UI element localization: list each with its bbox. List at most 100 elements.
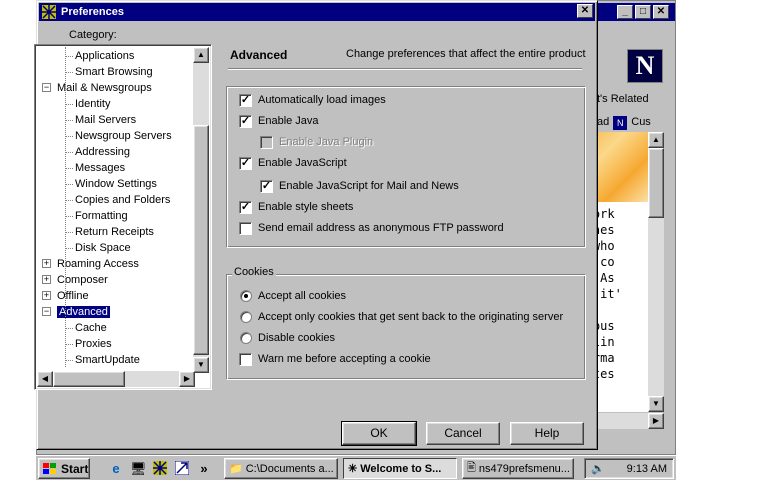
maximize-icon[interactable]: □ (635, 5, 651, 19)
start-label: Start (61, 461, 89, 476)
option-checkbox[interactable]: ✓ Automatically load images (239, 93, 386, 107)
background-vertical-scrollbar[interactable]: ▲ ▼ (648, 132, 664, 412)
cookie-radio[interactable]: Disable cookies (240, 331, 335, 345)
help-button[interactable]: Help (510, 422, 584, 445)
cookies-legend: Cookies (232, 266, 276, 278)
cookie-radio[interactable]: Accept only cookies that get sent back t… (240, 310, 563, 324)
tree-item[interactable]: Offline (57, 288, 89, 304)
radio-unselected-icon[interactable] (240, 332, 252, 344)
scroll-right-icon[interactable]: ▶ (648, 413, 664, 429)
scroll-thumb[interactable] (53, 371, 125, 387)
tree-connector (65, 216, 73, 217)
expand-icon[interactable]: + (42, 259, 51, 268)
option-checkbox[interactable]: ✓ Enable JavaScript for Mail and News (260, 179, 459, 193)
tree-item[interactable]: Identity (75, 96, 110, 112)
checkbox-unchecked-icon[interactable] (239, 352, 252, 366)
whats-related-button[interactable]: t's Related (597, 93, 649, 105)
tree-item-label: Window Settings (75, 178, 157, 190)
cookie-radio[interactable]: Accept all cookies (240, 289, 346, 303)
expand-icon[interactable]: + (42, 275, 51, 284)
tree-item-label: Newsgroup Servers (75, 130, 172, 142)
checkbox-checked-icon[interactable]: ✓ (239, 200, 252, 214)
cancel-button[interactable]: Cancel (426, 422, 500, 445)
option-checkbox[interactable]: ✓ Enable Java (239, 114, 319, 128)
scroll-up-icon[interactable]: ▲ (193, 47, 209, 63)
panel-separator (228, 68, 582, 70)
close-icon[interactable]: ✕ (577, 4, 593, 18)
tree-item[interactable]: Proxies (75, 336, 112, 352)
option-checkbox[interactable]: Send email address as anonymous FTP pass… (239, 221, 504, 235)
document-icon: 🖹 (467, 462, 476, 474)
option-checkbox[interactable]: ✓ Enable style sheets (239, 200, 353, 214)
tree-item[interactable]: Messages (75, 160, 125, 176)
tree-item[interactable]: Cache (75, 320, 107, 336)
tree-item[interactable]: Addressing (75, 144, 130, 160)
start-button[interactable]: Start (38, 458, 90, 479)
category-tree-items: Applications Smart Browsing − Mail & Newsgr… (37, 47, 195, 373)
tree-item[interactable]: Copies and Folders (75, 192, 170, 208)
tree-item[interactable]: Applications (75, 48, 134, 64)
netscape-icon[interactable] (152, 461, 168, 477)
taskbar: Start e 🖥 » 📁 C:\Documents a... ✳ Welcome t… (36, 455, 676, 480)
close-icon[interactable]: ✕ (653, 5, 669, 19)
checkbox-checked-icon[interactable]: ✓ (239, 114, 252, 128)
tree-item[interactable]: Smart Browsing (75, 64, 153, 80)
tree-item-label: Copies and Folders (75, 194, 171, 206)
scroll-right-icon[interactable]: ▶ (179, 371, 195, 387)
scroll-thumb[interactable] (193, 125, 209, 355)
tree-item[interactable]: Mail Servers (75, 112, 136, 128)
collapse-icon[interactable]: − (42, 83, 51, 92)
taskbar-task-button[interactable]: ✳ Welcome to S... (343, 458, 457, 479)
custom-link[interactable]: ad N Cus (597, 116, 651, 130)
warn-cookie-checkbox[interactable]: Warn me before accepting a cookie (239, 352, 431, 366)
tree-item[interactable]: Disk Space (75, 240, 131, 256)
tree-item[interactable]: Formatting (75, 208, 128, 224)
scroll-up-icon[interactable]: ▲ (648, 132, 664, 148)
dialog-titlebar[interactable]: Preferences (39, 3, 595, 21)
tree-item[interactable]: Roaming Access (57, 256, 139, 272)
scroll-down-icon[interactable]: ▼ (648, 396, 664, 412)
windows-logo-icon (43, 462, 56, 474)
scroll-left-icon[interactable]: ◀ (37, 371, 53, 387)
tree-item-label: Identity (75, 98, 111, 110)
radio-unselected-icon[interactable] (240, 311, 252, 323)
checkbox-checked-icon[interactable]: ✓ (260, 179, 273, 193)
tree-vertical-scrollbar[interactable]: ▲ ▼ (193, 47, 209, 373)
expand-icon[interactable]: + (42, 291, 51, 300)
speaker-icon[interactable]: 🔈 (591, 462, 605, 475)
taskbar-task-button[interactable]: 🖹 ns479prefsmenu... (462, 458, 574, 479)
desktop-icon[interactable]: 🖥 (130, 461, 147, 477)
minimize-icon[interactable]: _ (617, 5, 633, 19)
taskbar-task-button[interactable]: 📁 C:\Documents a... (224, 458, 338, 479)
quicklaunch-more-icon[interactable]: » (196, 461, 212, 477)
option-label: Send email address as anonymous FTP pass… (258, 222, 504, 234)
tree-item[interactable]: SmartUpdate (75, 352, 140, 368)
internet-explorer-icon[interactable]: e (108, 461, 124, 477)
tree-item[interactable]: Return Receipts (75, 224, 154, 240)
tree-item[interactable]: Newsgroup Servers (75, 128, 172, 144)
category-label: Category: (69, 29, 117, 41)
tree-item[interactable]: Mail & Newsgroups (57, 80, 152, 96)
checkbox-checked-icon[interactable]: ✓ (239, 156, 252, 170)
option-checkbox[interactable]: ✓ Enable JavaScript (239, 156, 347, 170)
channel-icon[interactable] (174, 460, 190, 477)
task-label: ns479prefsmenu... (478, 462, 570, 475)
tree-horizontal-scrollbar[interactable]: ◀ ▶ (37, 371, 195, 387)
system-tray: 🔈 9:13 AM (584, 458, 674, 479)
option-label: Enable Java (258, 115, 319, 127)
option-label: Automatically load images (258, 94, 386, 106)
checkbox-unchecked-icon[interactable] (239, 221, 252, 235)
collapse-icon[interactable]: − (42, 307, 51, 316)
folder-icon: 📁 (229, 463, 243, 475)
scroll-thumb[interactable] (648, 148, 664, 218)
category-tree[interactable]: Applications Smart Browsing − Mail & Newsgr… (34, 44, 212, 390)
dialog-title: Preferences (61, 6, 124, 18)
checkbox-checked-icon[interactable]: ✓ (239, 93, 252, 107)
tree-item-label: Addressing (75, 146, 131, 158)
ok-button[interactable]: OK (341, 421, 417, 446)
radio-selected-icon[interactable] (240, 290, 252, 302)
panel-title: Advanced (230, 48, 288, 62)
tree-item[interactable]: Window Settings (75, 176, 157, 192)
tree-connector (65, 104, 73, 105)
scroll-down-icon[interactable]: ▼ (193, 357, 209, 373)
